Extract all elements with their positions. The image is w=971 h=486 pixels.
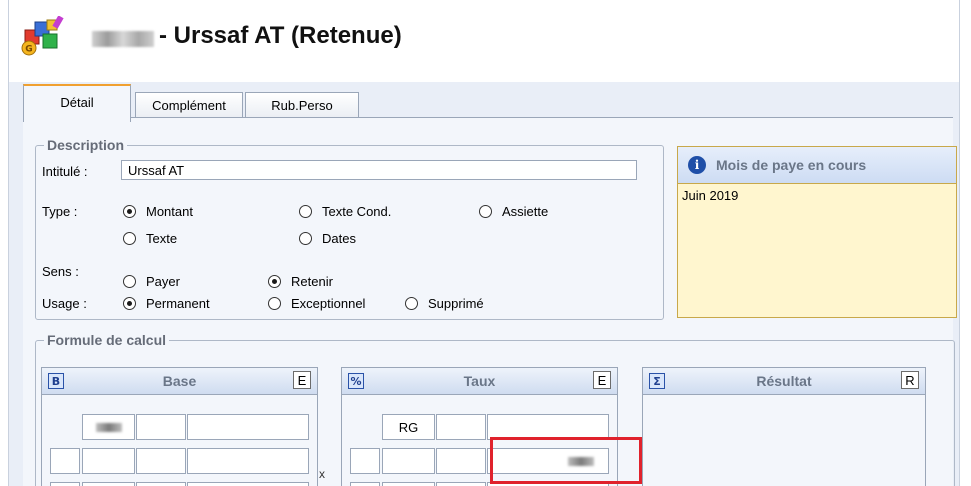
- taux-cell[interactable]: [350, 448, 380, 474]
- radio-label: Exceptionnel: [291, 296, 366, 311]
- taux-cell[interactable]: [350, 482, 380, 486]
- base-panel: B Base E: [41, 367, 318, 486]
- current-pay-month-title: Mois de paye en cours: [716, 157, 867, 173]
- taux-cell[interactable]: [487, 482, 609, 486]
- base-cell[interactable]: [82, 448, 135, 474]
- type-radio-assiette[interactable]: Assiette: [479, 204, 548, 219]
- taux-edit-button[interactable]: E: [593, 371, 611, 389]
- resultat-header: Σ Résultat R: [643, 368, 925, 395]
- radio-circle: [268, 275, 281, 288]
- radio-label: Montant: [146, 204, 193, 219]
- radio-label: Payer: [146, 274, 180, 289]
- radio-circle: [405, 297, 418, 310]
- base-cell[interactable]: [136, 448, 186, 474]
- radio-label: Texte: [146, 231, 178, 246]
- base-cell[interactable]: [50, 482, 80, 486]
- base-edit-button[interactable]: E: [293, 371, 311, 389]
- taux-cell[interactable]: [382, 448, 435, 474]
- radio-label: Permanent: [146, 296, 210, 311]
- radio-circle: [123, 232, 136, 245]
- base-cell[interactable]: [82, 482, 135, 486]
- usage-radio-supprime[interactable]: Supprimé: [405, 296, 484, 311]
- formule-group: Formule de calcul B Base E x % Taux E RG…: [35, 332, 955, 486]
- multiply-operator: x: [319, 467, 325, 481]
- radio-label: Retenir: [291, 274, 333, 289]
- intitule-input[interactable]: [121, 160, 637, 180]
- taux-cell[interactable]: [436, 448, 486, 474]
- radio-label: Texte Cond.: [322, 204, 392, 219]
- formule-legend: Formule de calcul: [44, 332, 170, 348]
- taux-header: % Taux E: [342, 368, 617, 395]
- svg-text:G: G: [25, 45, 32, 55]
- tab-complement[interactable]: Complément: [135, 92, 243, 119]
- radio-circle: [299, 232, 312, 245]
- radio-label: Supprimé: [428, 296, 484, 311]
- description-legend: Description: [44, 137, 128, 153]
- app-window: G - Urssaf AT (Retenue) Détail Complémen…: [8, 0, 960, 486]
- info-icon: i: [688, 156, 706, 174]
- window-title: - Urssaf AT (Retenue): [159, 22, 402, 49]
- type-radio-texte-cond[interactable]: Texte Cond.: [299, 204, 391, 219]
- resultat-title: Résultat: [756, 373, 812, 389]
- radio-circle: [123, 275, 136, 288]
- current-pay-month-header: i Mois de paye en cours: [678, 147, 956, 184]
- tab-rub-perso[interactable]: Rub.Perso: [245, 92, 359, 119]
- taux-cell-code[interactable]: RG: [382, 414, 435, 440]
- taux-cell[interactable]: [487, 414, 609, 440]
- usage-label: Usage :: [42, 296, 87, 311]
- radio-label: Dates: [322, 231, 356, 246]
- base-title: Base: [162, 373, 197, 389]
- title-bar: G - Urssaf AT (Retenue): [9, 0, 959, 82]
- sens-radio-payer[interactable]: Payer: [123, 274, 180, 289]
- type-radio-texte[interactable]: Texte: [123, 231, 177, 246]
- base-header: B Base E: [42, 368, 317, 395]
- taux-cell[interactable]: [436, 482, 486, 486]
- base-cell[interactable]: [136, 482, 186, 486]
- base-cell[interactable]: [187, 414, 309, 440]
- base-cell[interactable]: [136, 414, 186, 440]
- radio-circle: [299, 205, 312, 218]
- tab-panel-detail: Description Intitulé : Type : Montant Te…: [23, 117, 957, 486]
- app-pay-icon: G: [21, 16, 64, 56]
- base-cell[interactable]: [187, 482, 309, 486]
- current-pay-month-box: i Mois de paye en cours Juin 2019: [677, 146, 957, 318]
- sens-radio-retenir[interactable]: Retenir: [268, 274, 333, 289]
- taux-title: Taux: [463, 373, 496, 389]
- title-redacted: [92, 31, 154, 47]
- taux-panel: % Taux E RG: [341, 367, 618, 486]
- redacted-value: [95, 422, 122, 432]
- radio-label: Assiette: [502, 204, 549, 219]
- base-cell[interactable]: [187, 448, 309, 474]
- radio-circle: [123, 205, 136, 218]
- base-cell-code[interactable]: [82, 414, 135, 440]
- radio-circle: [123, 297, 136, 310]
- resultat-panel: Σ Résultat R: [642, 367, 926, 486]
- type-radio-dates[interactable]: Dates: [299, 231, 356, 246]
- type-label: Type :: [42, 204, 78, 219]
- taux-rate-cell[interactable]: [487, 448, 609, 474]
- usage-radio-permanent[interactable]: Permanent: [123, 296, 210, 311]
- radio-circle: [479, 205, 492, 218]
- usage-radio-exceptionnel[interactable]: Exceptionnel: [268, 296, 365, 311]
- sens-label: Sens :: [42, 264, 79, 279]
- type-radio-montant[interactable]: Montant: [123, 204, 193, 219]
- taux-cell[interactable]: [382, 482, 435, 486]
- taux-cell[interactable]: [436, 414, 486, 440]
- resultat-button[interactable]: R: [901, 371, 919, 389]
- intitule-label: Intitulé :: [42, 164, 88, 179]
- tab-detail[interactable]: Détail: [23, 84, 131, 122]
- radio-circle: [268, 297, 281, 310]
- current-pay-month-value: Juin 2019: [682, 188, 739, 203]
- redacted-value: [568, 456, 594, 466]
- base-cell[interactable]: [50, 448, 80, 474]
